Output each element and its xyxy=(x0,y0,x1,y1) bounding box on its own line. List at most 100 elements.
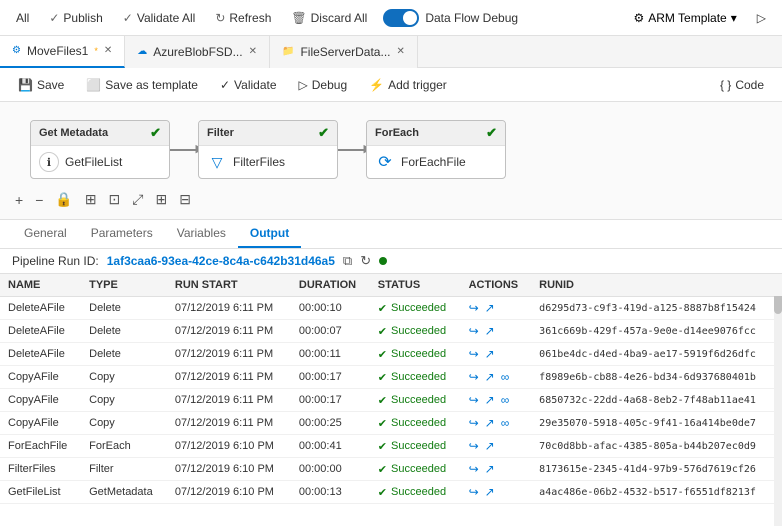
output-icon[interactable]: ↗ xyxy=(485,439,495,453)
navigate-icon[interactable]: ↪ xyxy=(469,393,479,407)
cell-name: DeleteAFile xyxy=(0,297,81,320)
cell-name: DeleteAFile xyxy=(0,320,81,343)
node-header-label: Get Metadata xyxy=(39,127,108,139)
cell-duration: 00:00:13 xyxy=(291,481,370,504)
discard-all-button[interactable]: 🗑 Discard All xyxy=(283,7,375,29)
output-icon[interactable]: ↗ xyxy=(485,393,495,407)
node-filter-badge: ✔ xyxy=(318,125,329,141)
extra-icon[interactable]: ∞ xyxy=(501,370,510,384)
col-type: TYPE xyxy=(81,274,167,297)
tab-fileserver[interactable]: 📁 FileServerData... ✕ xyxy=(270,36,418,68)
cell-type: Delete xyxy=(81,320,167,343)
table-row: DeleteAFile Delete 07/12/2019 6:11 PM 00… xyxy=(0,320,782,343)
save-as-template-button[interactable]: ⬜ Save as template xyxy=(76,74,208,96)
cell-name: ForEachFile xyxy=(0,435,81,458)
refresh-icon: ↻ xyxy=(215,11,225,25)
tab-output[interactable]: Output xyxy=(238,220,301,248)
navigate-icon[interactable]: ↪ xyxy=(469,439,479,453)
status-dot xyxy=(379,257,387,265)
output-icon[interactable]: ↗ xyxy=(485,485,495,499)
output-icon[interactable]: ↗ xyxy=(485,301,495,315)
cell-actions: ↪ ↗ xyxy=(461,435,532,458)
run-icon: ▷ xyxy=(757,11,766,25)
fit-button[interactable]: ⊞ xyxy=(82,188,100,211)
select-button[interactable]: ⊡ xyxy=(106,188,124,211)
validate-icon: ✓ xyxy=(220,78,230,92)
cell-type: Copy xyxy=(81,412,167,435)
cell-status: ✔ Succeeded xyxy=(370,481,461,504)
cell-status: ✔ Succeeded xyxy=(370,297,461,320)
all-button[interactable]: All xyxy=(8,7,37,29)
navigate-icon[interactable]: ↪ xyxy=(469,347,479,361)
cell-status: ✔ Succeeded xyxy=(370,412,461,435)
navigate-icon[interactable]: ↪ xyxy=(469,370,479,384)
connector-2 xyxy=(338,149,366,151)
navigate-icon[interactable]: ↪ xyxy=(469,462,479,476)
success-icon: ✔ xyxy=(378,394,387,407)
template-icon: ⬜ xyxy=(86,78,101,92)
sub-toolbar: 💾 Save ⬜ Save as template ✓ Validate ▷ D… xyxy=(0,68,782,102)
table-container[interactable]: NAME TYPE RUN START DURATION STATUS ACTI… xyxy=(0,274,782,526)
tab-parameters[interactable]: Parameters xyxy=(79,220,165,248)
validate-all-button[interactable]: ✓ Validate All xyxy=(115,7,204,29)
output-icon[interactable]: ↗ xyxy=(485,462,495,476)
lock-button[interactable]: 🔒 xyxy=(52,188,75,211)
arm-template-button[interactable]: ⚙ ARM Template ▾ xyxy=(625,7,744,29)
navigate-icon[interactable]: ↪ xyxy=(469,416,479,430)
navigate-icon[interactable]: ↪ xyxy=(469,324,479,338)
validate-button[interactable]: ✓ Validate xyxy=(210,74,287,96)
tab-general[interactable]: General xyxy=(12,220,79,248)
tab-close-azure[interactable]: ✕ xyxy=(249,46,257,57)
scrollbar[interactable] xyxy=(774,274,782,526)
data-flow-debug-toggle[interactable]: Data Flow Debug xyxy=(383,9,518,27)
node-body-label: GetFileList xyxy=(65,155,122,169)
toggle-switch[interactable] xyxy=(383,9,419,27)
col-duration: DURATION xyxy=(291,274,370,297)
tab-movefiles[interactable]: ⚙ MoveFiles1 * ✕ xyxy=(0,36,125,68)
tab-close-file[interactable]: ✕ xyxy=(396,46,404,57)
cell-status: ✔ Succeeded xyxy=(370,320,461,343)
extra-icon[interactable]: ∞ xyxy=(501,393,510,407)
arm-icon: ⚙ xyxy=(633,11,644,25)
cell-name: CopyAFile xyxy=(0,366,81,389)
cell-type: ForEach xyxy=(81,435,167,458)
tab-azureblob[interactable]: ☁ AzureBlobFSD... ✕ xyxy=(125,36,270,68)
layout-button[interactable]: ⊟ xyxy=(176,188,194,211)
refresh-run-icon[interactable]: ↻ xyxy=(360,253,371,269)
output-icon[interactable]: ↗ xyxy=(485,347,495,361)
grid-button[interactable]: ⊞ xyxy=(152,188,170,211)
extra-icon[interactable]: ∞ xyxy=(501,416,510,430)
copy-icon[interactable]: ⧉ xyxy=(343,253,352,269)
node-status-badge: ✔ xyxy=(150,125,161,141)
canvas-toolbar: + − 🔒 ⊞ ⊡ ⤢ ⊞ ⊟ xyxy=(12,188,194,211)
navigate-icon[interactable]: ↪ xyxy=(469,301,479,315)
node-get-metadata[interactable]: Get Metadata ✔ ℹ GetFileList xyxy=(30,120,170,179)
cell-runid: 6850732c-22dd-4a68-8eb2-7f48ab11ae41 xyxy=(531,389,782,412)
debug-button[interactable]: ▷ Debug xyxy=(289,74,358,96)
canvas-area[interactable]: Get Metadata ✔ ℹ GetFileList Filter ✔ xyxy=(0,102,782,220)
code-button[interactable]: { } Code xyxy=(710,74,774,96)
zoom-in-button[interactable]: + xyxy=(12,189,26,211)
zoom-out-button[interactable]: − xyxy=(32,189,46,211)
node-filter[interactable]: Filter ✔ ▽ FilterFiles xyxy=(198,120,338,179)
expand-button[interactable]: ⤢ xyxy=(129,188,146,211)
cell-runid: 8173615e-2345-41d4-97b9-576d7619cf26 xyxy=(531,458,782,481)
refresh-button[interactable]: ↻ Refresh xyxy=(207,7,279,29)
cell-actions: ↪ ↗ ∞ xyxy=(461,389,532,412)
add-trigger-button[interactable]: ⚡ Add trigger xyxy=(359,74,457,96)
tab-close-movefiles[interactable]: ✕ xyxy=(104,45,112,56)
panel-tabs: General Parameters Variables Output xyxy=(0,220,782,249)
code-icon: { } xyxy=(720,78,731,92)
output-icon[interactable]: ↗ xyxy=(485,416,495,430)
success-icon: ✔ xyxy=(378,302,387,315)
output-icon[interactable]: ↗ xyxy=(485,370,495,384)
publish-button[interactable]: ✓ Publish xyxy=(41,7,110,29)
validate-all-icon: ✓ xyxy=(123,11,133,25)
output-icon[interactable]: ↗ xyxy=(485,324,495,338)
tab-variables[interactable]: Variables xyxy=(165,220,238,248)
save-button[interactable]: 💾 Save xyxy=(8,74,74,96)
node-foreach[interactable]: ForEach ✔ ⟳ ForEachFile xyxy=(366,120,506,179)
navigate-icon[interactable]: ↪ xyxy=(469,485,479,499)
run-button[interactable]: ▷ xyxy=(749,7,774,29)
cell-status: ✔ Succeeded xyxy=(370,435,461,458)
